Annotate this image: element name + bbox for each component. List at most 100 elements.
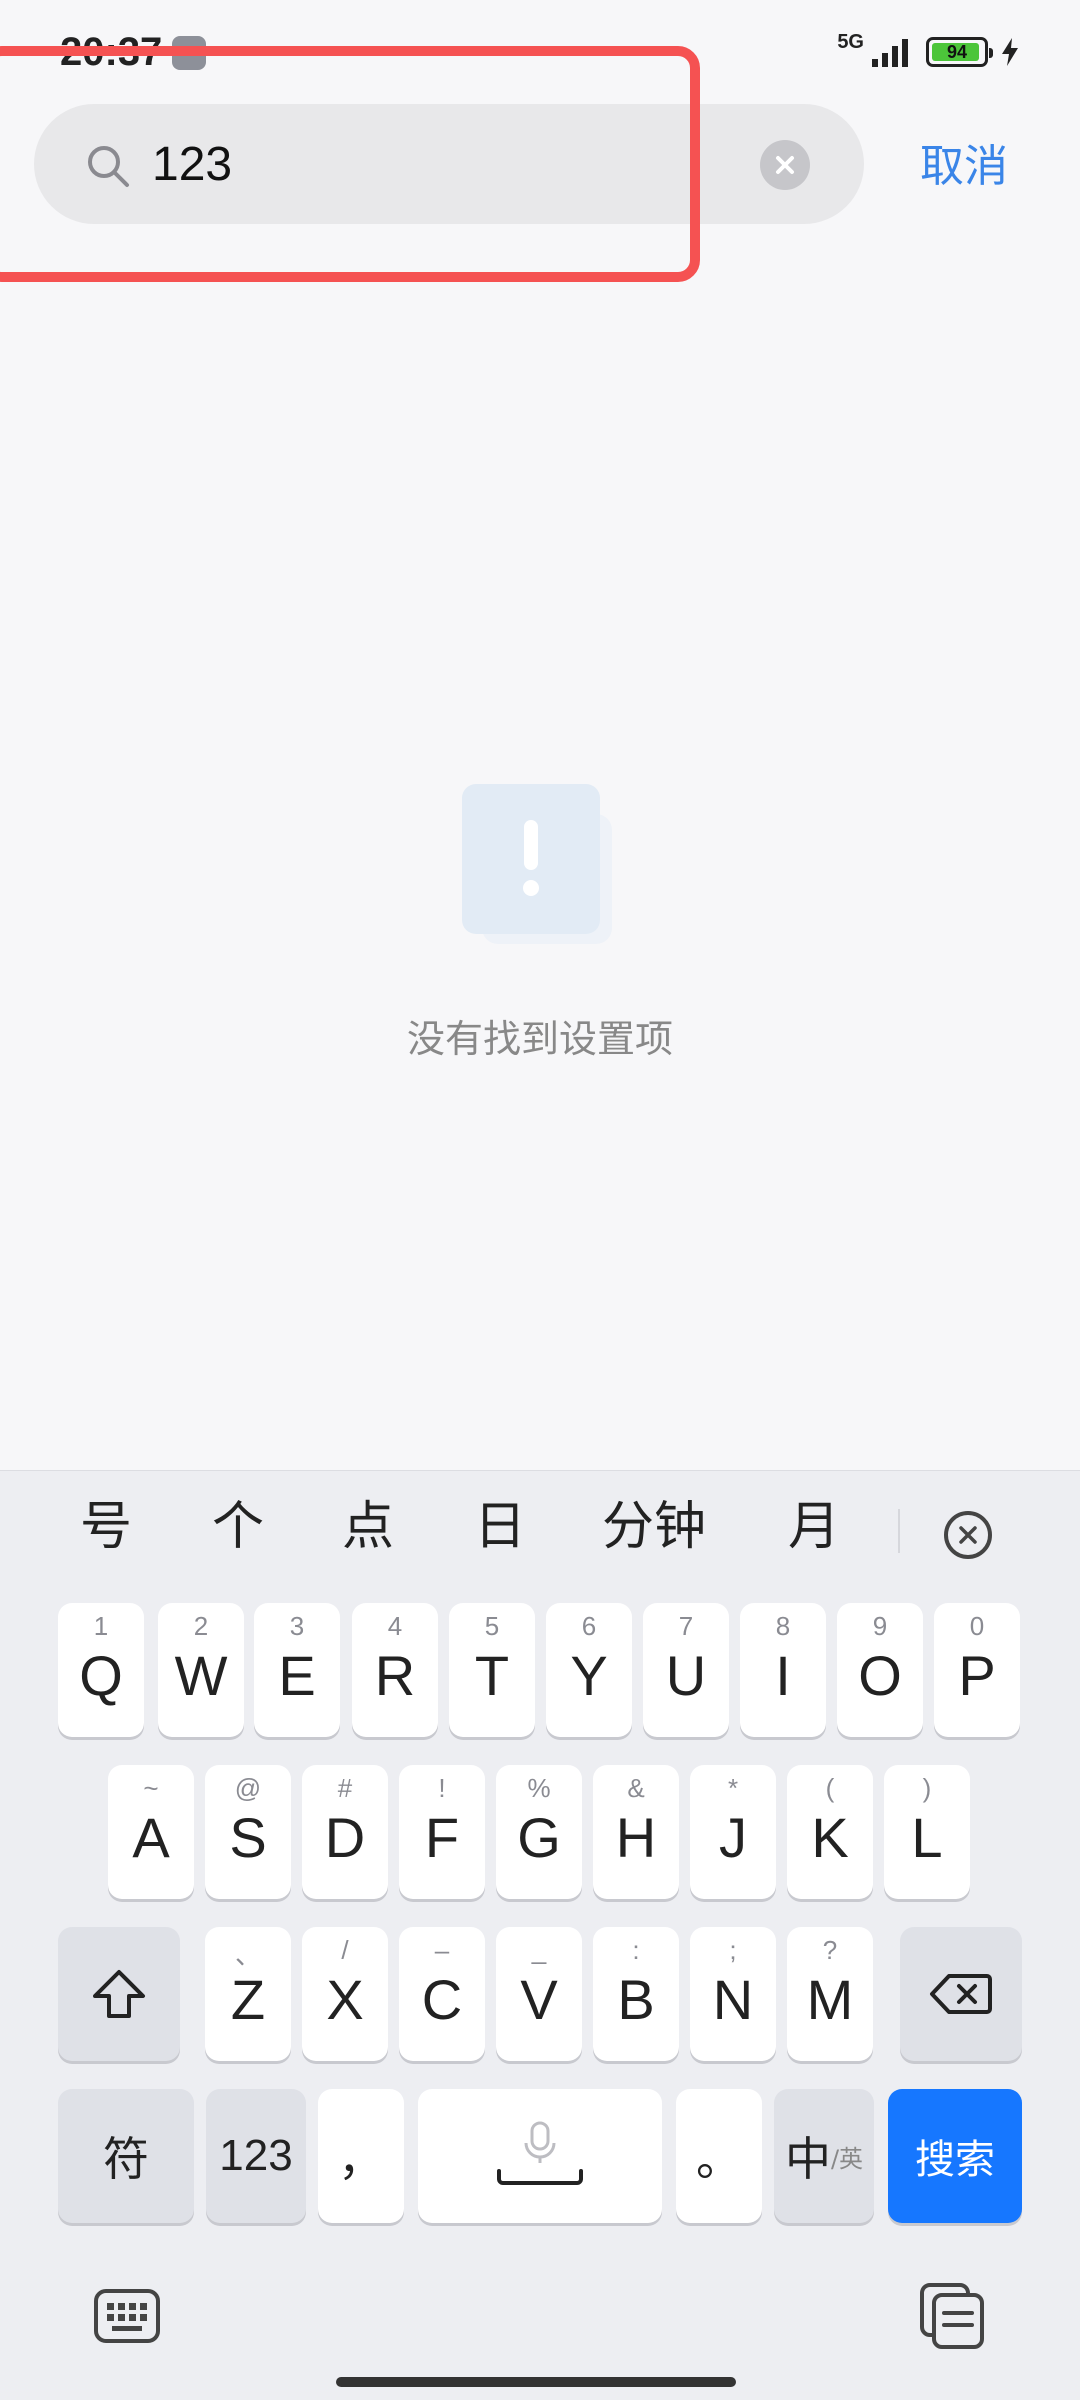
candidate-divider — [898, 1509, 900, 1553]
key-d[interactable]: # D — [302, 1765, 388, 1899]
key-q[interactable]: 1Q — [58, 1603, 144, 1737]
candidate-word[interactable]: 日 — [474, 1501, 526, 1553]
key-letter: H — [615, 1805, 657, 1869]
key-hint: / — [341, 1935, 349, 1965]
warning-icon — [462, 784, 612, 944]
key-letter: B — [617, 1967, 655, 2031]
space-key[interactable] — [418, 2089, 662, 2223]
search-key[interactable]: 搜索 — [888, 2089, 1022, 2223]
numbers-key[interactable]: 123 — [206, 2089, 306, 2223]
comma-key[interactable]: ， — [318, 2089, 404, 2223]
key-x[interactable]: / X — [302, 1927, 388, 2061]
key-letter: K — [811, 1805, 849, 1869]
key-hint: – — [434, 1935, 450, 1965]
clipboard-icon[interactable] — [918, 2281, 988, 2351]
key-hint: & — [627, 1773, 645, 1803]
key-hint: ) — [922, 1773, 932, 1803]
key-i[interactable]: 8I — [740, 1603, 826, 1737]
key-letter: Z — [230, 1967, 266, 2031]
key-hint: % — [527, 1773, 551, 1803]
key-letter: A — [132, 1805, 170, 1869]
key-w[interactable]: 2W — [158, 1603, 244, 1737]
period-key-label: 。 — [696, 2132, 742, 2186]
key-f[interactable]: ! F — [399, 1765, 485, 1899]
candidate-word[interactable]: 个 — [212, 1501, 264, 1553]
key-hint: 、 — [234, 1940, 261, 1970]
key-c[interactable]: – C — [399, 1927, 485, 2061]
key-letter: L — [911, 1805, 943, 1869]
key-b[interactable]: :B — [593, 1927, 679, 2061]
key-u[interactable]: 7U — [643, 1603, 729, 1737]
key-p[interactable]: 0P — [934, 1603, 1020, 1737]
key-letter: J — [719, 1805, 747, 1869]
key-t[interactable]: 5T — [449, 1603, 535, 1737]
key-s[interactable]: @ S — [205, 1765, 291, 1899]
key-letter: Y — [570, 1643, 608, 1707]
period-key[interactable]: 。 — [676, 2089, 762, 2223]
key-j[interactable]: * J — [690, 1765, 776, 1899]
language-switch-key[interactable]: 中 /英 — [774, 2089, 874, 2223]
search-key-label: 搜索 — [915, 2137, 995, 2183]
key-a[interactable]: ~ A — [108, 1765, 194, 1899]
key-hint: 7 — [678, 1611, 694, 1641]
key-letter: T — [474, 1643, 510, 1707]
key-letter: X — [326, 1967, 364, 2031]
search-input[interactable] — [152, 124, 752, 204]
key-k[interactable]: (K — [787, 1765, 873, 1899]
key-hint: 2 — [193, 1611, 209, 1641]
key-letter: F — [424, 1805, 460, 1869]
key-letter: Q — [79, 1643, 123, 1707]
key-hint: 4 — [387, 1611, 403, 1641]
key-y[interactable]: 6Y — [546, 1603, 632, 1737]
key-v[interactable]: _ V — [496, 1927, 582, 2061]
key-hint: 6 — [581, 1611, 597, 1641]
candidate-word[interactable]: 点 — [342, 1501, 394, 1553]
key-m[interactable]: ? M — [787, 1927, 873, 2061]
cancel-button[interactable]: 取消 — [920, 130, 1008, 194]
key-letter: P — [958, 1643, 996, 1707]
key-hint: 8 — [775, 1611, 791, 1641]
language-key-label: 中 — [784, 2132, 831, 2186]
key-z[interactable]: 、 Z — [205, 1927, 291, 2061]
key-hint: @ — [234, 1773, 262, 1803]
key-letter: V — [520, 1967, 558, 2031]
key-e[interactable]: 3E — [254, 1603, 340, 1737]
key-letter: O — [858, 1643, 902, 1707]
comma-key-label: ， — [338, 2132, 384, 2186]
keyboard-icon[interactable] — [92, 2281, 162, 2351]
key-o[interactable]: 9O — [837, 1603, 923, 1737]
search-bar[interactable] — [34, 104, 864, 224]
candidate-bar: 号 个 点 日 分钟 月 — [0, 1471, 1080, 1591]
shift-icon — [93, 1970, 145, 2018]
status-bar: 20:37 5G 94 — [0, 0, 1080, 90]
home-indicator[interactable] — [336, 2377, 736, 2387]
numbers-key-label: 123 — [219, 2131, 293, 2180]
key-letter: M — [806, 1967, 854, 2031]
shift-key[interactable] — [58, 1927, 180, 2061]
candidate-word[interactable]: 号 — [80, 1501, 132, 1553]
key-hint: 0 — [969, 1611, 985, 1641]
status-time: 20:37 — [60, 30, 163, 74]
key-r[interactable]: 4R — [352, 1603, 438, 1737]
network-type-label: 5G — [837, 31, 864, 53]
close-icon — [776, 156, 794, 174]
key-g[interactable]: % G — [496, 1765, 582, 1899]
key-hint: _ — [531, 1935, 547, 1965]
candidate-word[interactable]: 分钟 — [602, 1501, 706, 1553]
key-n[interactable]: ; N — [690, 1927, 776, 2061]
key-h[interactable]: & H — [593, 1765, 679, 1899]
soft-keyboard: 号 个 点 日 分钟 月 1Q 2W 3E 4R 5T 6Y 7U 8I 9O … — [0, 1470, 1080, 2400]
key-letter: W — [174, 1643, 228, 1707]
key-hint: 1 — [93, 1611, 109, 1641]
candidate-word[interactable]: 月 — [788, 1501, 840, 1553]
key-hint: ( — [825, 1773, 835, 1803]
clear-search-button[interactable] — [760, 140, 810, 190]
empty-state-message: 没有找到设置项 — [406, 1017, 673, 1061]
key-l[interactable]: ) L — [884, 1765, 970, 1899]
key-hint: ! — [438, 1773, 446, 1803]
signal-icon — [872, 39, 908, 67]
collapse-candidates-button[interactable] — [944, 1511, 992, 1559]
symbols-key[interactable]: 符 — [58, 2089, 194, 2223]
notification-app-icon — [172, 36, 206, 70]
backspace-key[interactable] — [900, 1927, 1022, 2061]
